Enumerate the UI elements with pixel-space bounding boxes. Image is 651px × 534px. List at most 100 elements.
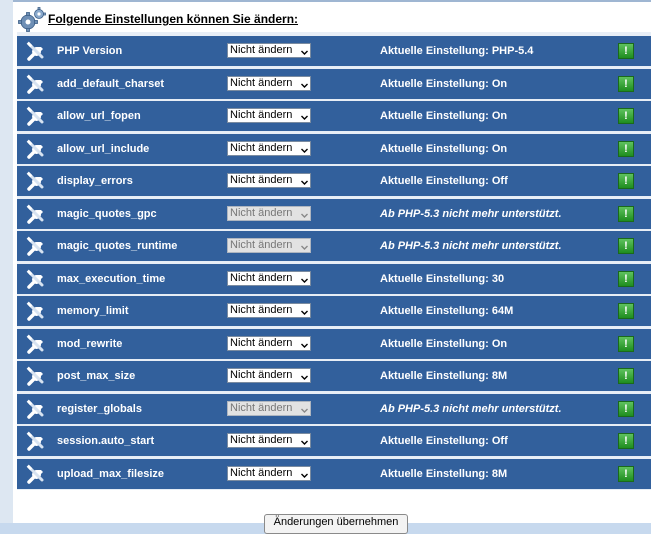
setting-select-value: Nicht ändern (230, 174, 293, 186)
chevron-down-icon (301, 47, 308, 55)
info-icon[interactable]: ! (618, 108, 634, 124)
setting-select[interactable]: Nicht ändern (227, 43, 311, 58)
setting-name: post_max_size (57, 370, 136, 382)
setting-select-value: Nicht ändern (230, 304, 293, 316)
gears-icon (17, 7, 47, 33)
tools-icon (25, 366, 47, 388)
section-header: Folgende Einstellungen können Sie ändern… (13, 6, 643, 32)
info-icon[interactable]: ! (618, 140, 634, 157)
setting-select-value: Nicht ändern (230, 271, 293, 284)
tools-icon (25, 334, 47, 356)
chevron-down-icon (301, 242, 308, 250)
current-setting: Aktuelle Einstellung: 64M (380, 305, 514, 317)
setting-select: Nicht ändern (227, 205, 311, 221)
chevron-down-icon (301, 112, 308, 120)
info-icon[interactable]: ! (618, 238, 634, 254)
setting-select[interactable]: Nicht ändern (227, 303, 311, 318)
setting-name: upload_max_filesize (57, 467, 164, 480)
content-area: Folgende Einstellungen können Sie ändern… (0, 0, 651, 534)
current-setting: Aktuelle Einstellung: Off (380, 175, 508, 187)
setting-select-value: Nicht ändern (230, 239, 293, 251)
setting-row: allow_url_include Nicht ändern Aktuelle Ei… (17, 133, 651, 165)
apply-changes-button[interactable]: Änderungen übernehmen (264, 514, 408, 534)
setting-select[interactable]: Nicht ändern (227, 433, 311, 448)
setting-name: session.auto_start (57, 435, 155, 447)
setting-select-value: Nicht ändern (230, 369, 293, 381)
current-setting: Aktuelle Einstellung: 8M (380, 370, 508, 382)
section-title: Folgende Einstellungen können Sie ändern… (48, 12, 299, 26)
setting-select-value: Nicht ändern (230, 44, 293, 56)
setting-name: max_execution_time (57, 272, 166, 285)
setting-select: Nicht ändern (227, 238, 311, 253)
info-icon[interactable]: ! (618, 335, 634, 352)
setting-name: magic_quotes_gpc (57, 207, 157, 220)
current-setting: Aktuelle Einstellung: 8M (380, 467, 508, 480)
setting-row: display_errors Nicht ändern Aktuelle Einst… (17, 166, 651, 197)
setting-row: add_default_charset Nicht ändern Aktuelle … (17, 68, 651, 100)
chevron-down-icon (301, 437, 308, 445)
setting-select[interactable]: Nicht ändern (227, 173, 311, 188)
setting-row: upload_max_filesize Nicht ändern Aktuelle … (17, 458, 651, 490)
chevron-down-icon (301, 307, 308, 315)
setting-name: allow_url_fopen (57, 110, 141, 122)
tools-icon (25, 399, 47, 421)
current-setting: Ab PHP-5.3 nicht mehr unterstützt. (380, 402, 562, 415)
left-border (0, 0, 13, 523)
setting-row: post_max_size Nicht ändern Aktuelle Einste… (17, 361, 651, 392)
setting-name: memory_limit (57, 305, 129, 317)
chevron-down-icon (301, 372, 308, 380)
settings-table: PHP Version Nicht ändern Aktuelle Einstell… (17, 32, 651, 490)
tools-icon (25, 139, 47, 161)
current-setting: Aktuelle Einstellung: On (380, 337, 508, 350)
info-icon[interactable]: ! (618, 303, 634, 319)
tools-icon (25, 431, 47, 453)
info-icon[interactable]: ! (618, 400, 634, 417)
info-icon[interactable]: ! (618, 205, 634, 222)
setting-name: mod_rewrite (57, 337, 123, 350)
setting-select: Nicht ändern (227, 400, 311, 416)
chevron-down-icon (301, 210, 308, 218)
chevron-down-icon (301, 405, 308, 413)
setting-select[interactable]: Nicht ändern (227, 270, 311, 286)
current-setting: Aktuelle Einstellung: PHP-5.4 (380, 45, 534, 57)
chevron-down-icon (301, 340, 308, 348)
chevron-down-icon (301, 80, 308, 88)
info-icon[interactable]: ! (618, 465, 634, 482)
info-icon[interactable]: ! (618, 173, 634, 189)
setting-select[interactable]: Nicht ändern (227, 465, 311, 481)
setting-select[interactable]: Nicht ändern (227, 335, 311, 351)
tools-icon (25, 204, 47, 226)
setting-name: allow_url_include (57, 142, 150, 155)
info-icon[interactable]: ! (618, 270, 634, 287)
current-setting: Aktuelle Einstellung: 30 (380, 272, 505, 285)
setting-select[interactable]: Nicht ändern (227, 140, 311, 156)
setting-select-value: Nicht ändern (230, 336, 293, 349)
setting-row: memory_limit Nicht ändern Aktuelle Einstel… (17, 296, 651, 327)
setting-row: mod_rewrite Nicht ändern Aktuelle Einstell… (17, 328, 651, 360)
setting-row: max_execution_time Nicht ändern Aktuelle E… (17, 263, 651, 295)
info-icon[interactable]: ! (618, 368, 634, 384)
tools-icon (25, 301, 47, 323)
setting-select-value: Nicht ändern (230, 141, 293, 154)
chevron-down-icon (301, 470, 308, 478)
setting-select[interactable]: Nicht ändern (227, 75, 311, 91)
current-setting: Aktuelle Einstellung: On (380, 142, 508, 155)
current-setting: Aktuelle Einstellung: On (380, 77, 508, 90)
setting-row: magic_quotes_gpc Nicht ändern Ab PHP-5.3 n… (17, 198, 651, 230)
setting-select[interactable]: Nicht ändern (227, 108, 311, 123)
tools-icon (25, 464, 47, 486)
info-icon[interactable]: ! (618, 43, 634, 59)
tools-icon (25, 106, 47, 128)
setting-select[interactable]: Nicht ändern (227, 368, 311, 383)
info-icon[interactable]: ! (618, 433, 634, 449)
chevron-down-icon (301, 145, 308, 153)
current-setting: Aktuelle Einstellung: Off (380, 435, 508, 447)
info-icon[interactable]: ! (618, 75, 634, 92)
tools-icon (25, 74, 47, 96)
setting-row: register_globals Nicht ändern Ab PHP-5.3 n… (17, 393, 651, 425)
top-divider (13, 0, 651, 2)
tools-icon (25, 41, 47, 63)
setting-select-value: Nicht ändern (230, 401, 293, 414)
setting-row: PHP Version Nicht ändern Aktuelle Einstell… (17, 36, 651, 67)
tools-icon (25, 171, 47, 193)
